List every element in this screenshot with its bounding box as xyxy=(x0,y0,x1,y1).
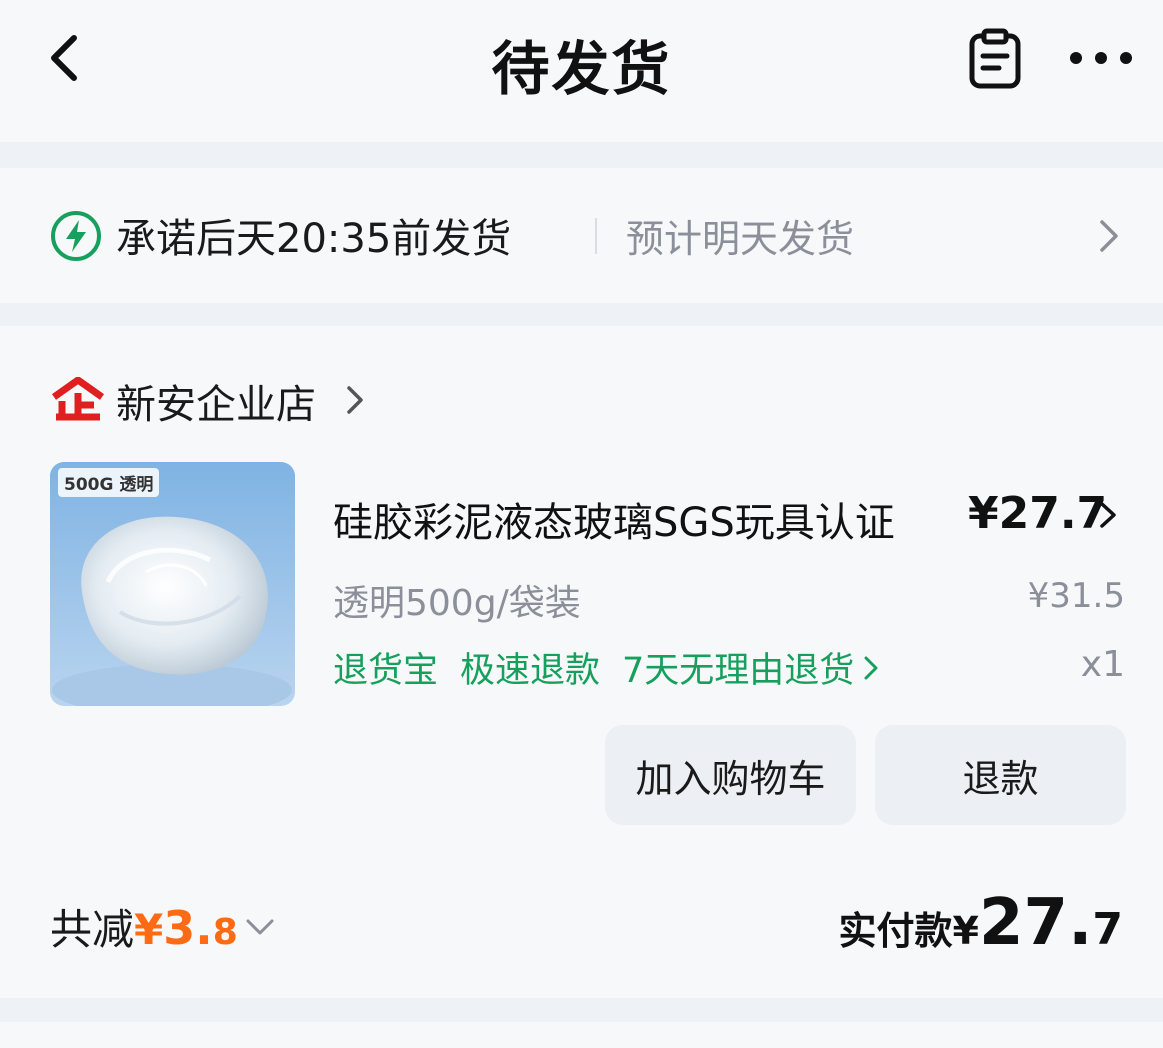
image-tag: 500G 透明 xyxy=(58,468,160,497)
original-price: ¥31.5 xyxy=(1027,576,1125,616)
discount-currency: ¥ xyxy=(134,905,164,954)
paid-total: 实付款 ¥ 27. 7 xyxy=(839,886,1123,960)
service-tag: 退货宝 xyxy=(333,651,439,691)
service-tag: 极速退款 xyxy=(460,651,601,691)
chevron-down-icon xyxy=(246,919,274,934)
shop-name[interactable]: 新安企业店 xyxy=(116,372,316,430)
divider xyxy=(595,218,597,254)
lightning-bolt-icon xyxy=(51,211,101,261)
paid-currency: ¥ xyxy=(952,909,979,953)
service-tags[interactable]: 退货宝 极速退款 7天无理由退货 xyxy=(333,642,880,693)
refund-button[interactable]: 退款 xyxy=(875,725,1126,825)
product-spec: 透明500g/袋装 xyxy=(333,583,581,624)
shop-logo-icon xyxy=(51,377,105,421)
discount-summary[interactable]: 共减 ¥ 3. 8 xyxy=(50,896,276,957)
chevron-right-icon xyxy=(864,656,878,679)
clipboard-icon xyxy=(969,28,1021,89)
more-horizontal-icon xyxy=(1070,52,1132,64)
discount-amount-integer: 3. xyxy=(163,901,213,955)
paid-amount-decimal: 7 xyxy=(1092,904,1123,955)
chevron-right-icon xyxy=(1100,220,1118,252)
top-bar: 待发货 xyxy=(0,0,1163,142)
chevron-right-icon xyxy=(347,386,363,414)
paid-label: 实付款 xyxy=(838,909,953,953)
order-detail-button[interactable] xyxy=(964,26,1026,92)
shipping-estimate: 预计明天发货 xyxy=(626,217,855,261)
product-photo xyxy=(50,462,295,706)
discount-label: 共减 xyxy=(50,905,135,954)
add-to-cart-button[interactable]: 加入购物车 xyxy=(605,725,856,825)
paid-amount-integer: 27. xyxy=(979,886,1093,960)
product-title[interactable]: 硅胶彩泥液态玻璃SGS玩具认证 xyxy=(333,490,943,548)
shipping-promise: 承诺后天20:35前发货 xyxy=(116,216,512,262)
quantity: x1 xyxy=(1080,644,1125,685)
product-image[interactable]: 500G 透明 xyxy=(50,462,295,706)
chevron-right-icon xyxy=(1100,502,1116,528)
more-button[interactable] xyxy=(1062,36,1140,80)
discount-amount-decimal: 8 xyxy=(212,912,238,953)
service-tag: 7天无理由退货 xyxy=(622,651,855,691)
next-section xyxy=(0,1022,1163,1048)
product-price: ¥27.7 xyxy=(968,488,1108,539)
